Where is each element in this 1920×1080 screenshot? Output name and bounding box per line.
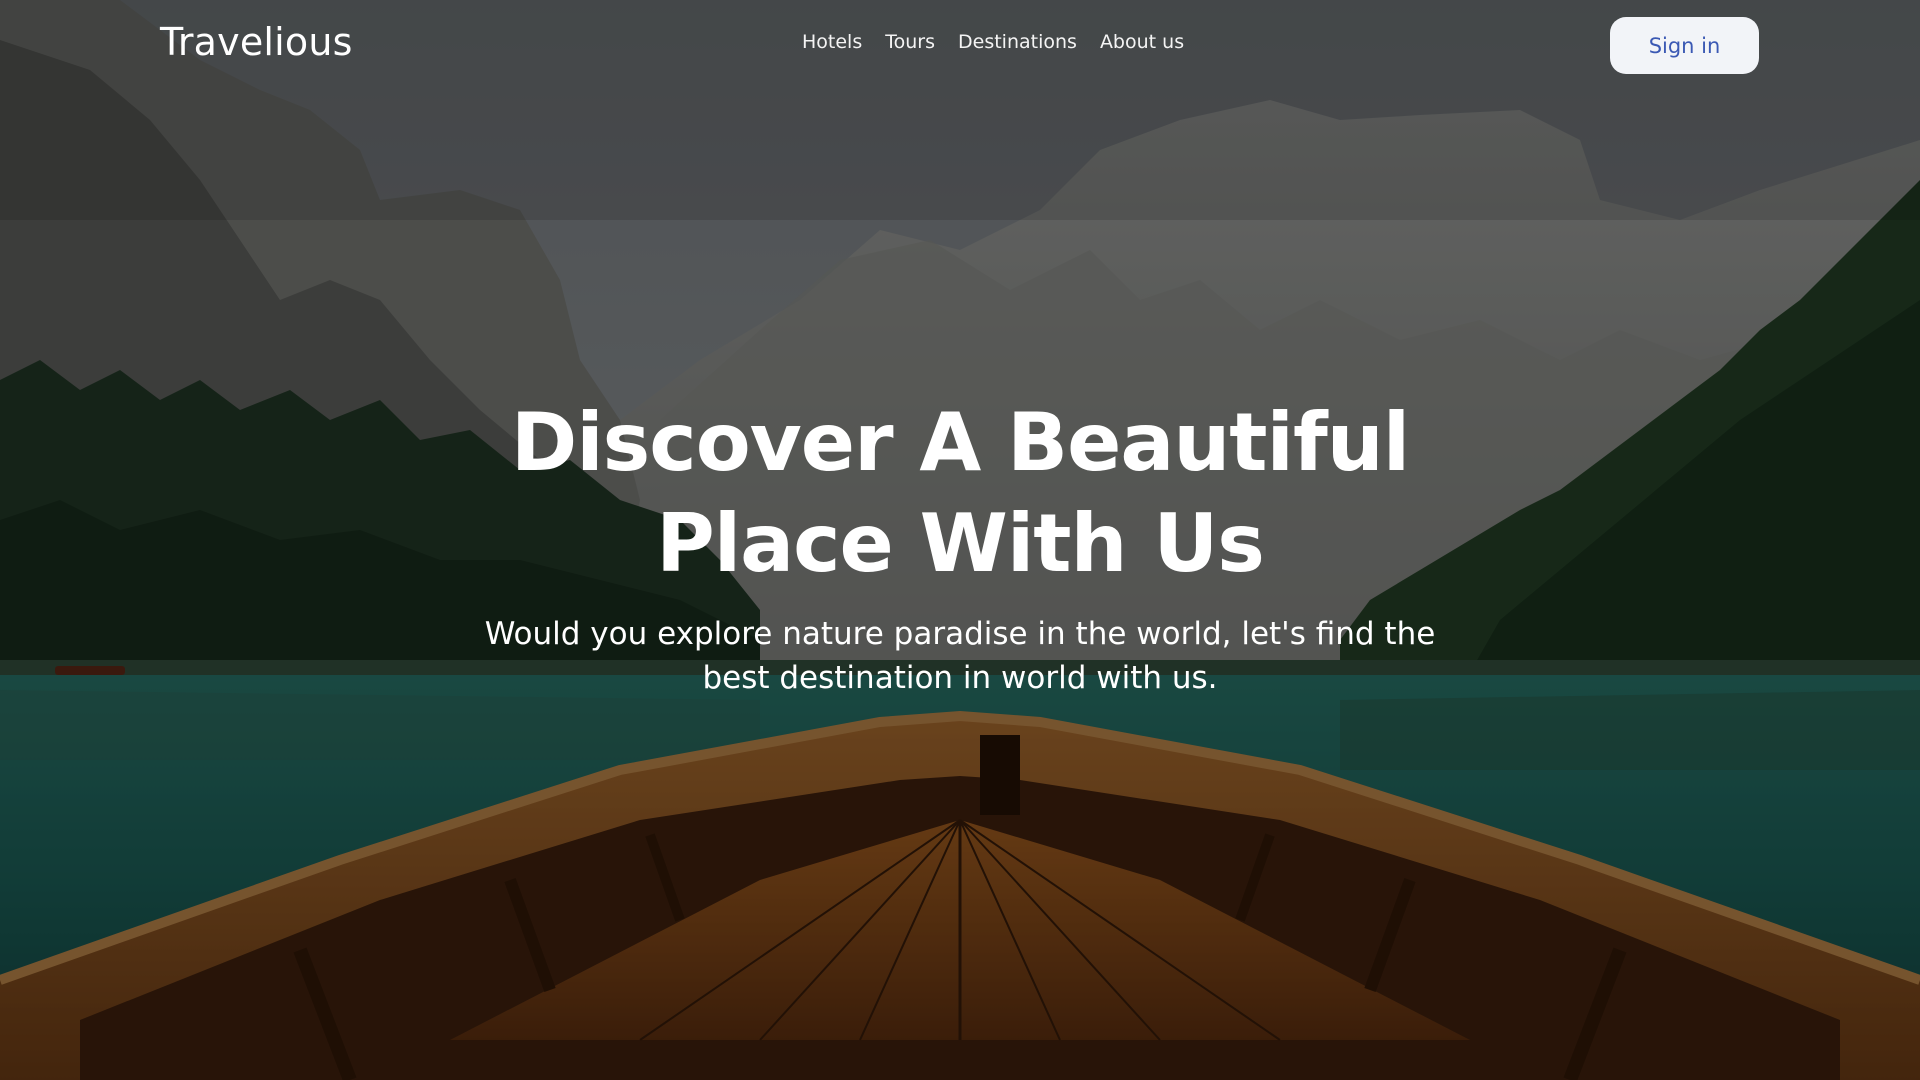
- hero-subtitle: Would you explore nature paradise in the…: [480, 612, 1440, 700]
- nav-links: Hotels Tours Destinations About us: [802, 31, 1184, 53]
- hero-subtitle-line: Would you explore nature paradise in the…: [484, 616, 1436, 652]
- nav-link-about-us[interactable]: About us: [1100, 31, 1184, 53]
- hero-title: Discover A Beautiful Place With Us: [360, 392, 1560, 594]
- hero-title-line: Discover A Beautiful: [510, 396, 1410, 489]
- nav-link-tours[interactable]: Tours: [885, 31, 935, 53]
- hero-title-line: Place With Us: [656, 497, 1265, 590]
- sign-in-button[interactable]: Sign in: [1610, 17, 1759, 74]
- brand-logo[interactable]: Travelious: [160, 20, 353, 64]
- hero-section: Travelious Hotels Tours Destinations Abo…: [0, 0, 1920, 1080]
- hero-subtitle-line: best destination in world with us.: [702, 660, 1218, 696]
- nav-link-hotels[interactable]: Hotels: [802, 31, 862, 53]
- hero-content: Discover A Beautiful Place With Us Would…: [360, 392, 1560, 700]
- top-navbar: Travelious Hotels Tours Destinations Abo…: [0, 0, 1920, 92]
- nav-link-destinations[interactable]: Destinations: [958, 31, 1077, 53]
